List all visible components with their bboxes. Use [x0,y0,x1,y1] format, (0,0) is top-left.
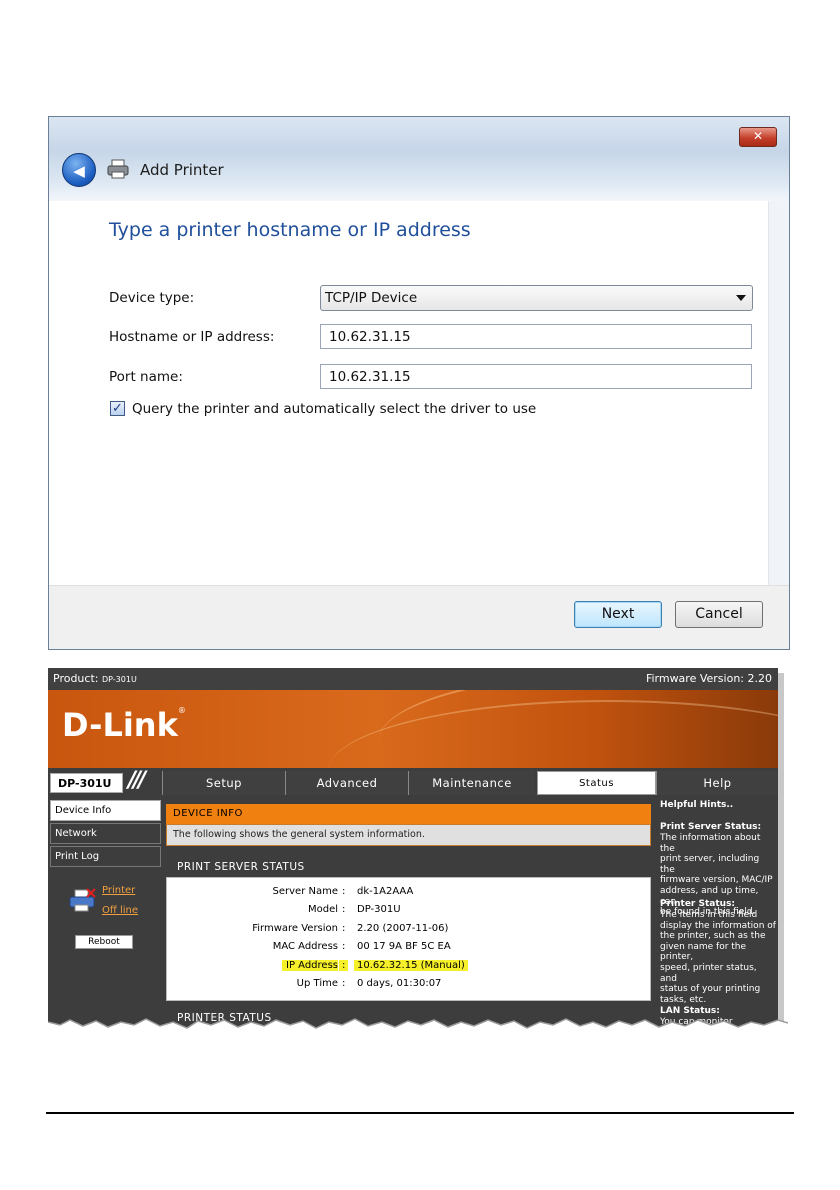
banner: D-Link® [48,690,778,768]
device-type-select[interactable]: TCP/IP Device [320,285,753,311]
firmware-version: Firmware Version: 2.20 [645,672,772,685]
registered-mark: ® [177,706,186,715]
offline-link[interactable]: Off line [102,905,138,916]
hostname-input[interactable]: 10.62.31.15 [320,324,752,349]
model-key: Model [307,904,338,915]
sidebar-item-network[interactable]: Network [50,823,161,844]
separator: : [342,941,346,952]
server-name-value: dk-1A2AAA [357,886,414,897]
separator: : [339,960,349,971]
printer-link[interactable]: Printer [102,885,135,896]
back-button[interactable]: ◀ [62,153,96,187]
tab-help[interactable]: Help [656,771,778,795]
reboot-button[interactable]: Reboot [75,935,133,949]
query-checkbox-label[interactable]: Query the printer and automatically sele… [132,401,536,417]
query-checkbox[interactable]: ✓ [110,401,125,416]
logo-text: D-Link [62,706,178,744]
separator: : [342,978,346,989]
separator: : [342,904,346,915]
dlink-web-ui: Product: DP-301U Firmware Version: 2.20 … [48,668,778,1030]
hint-line: the printer, such as the [660,931,766,942]
product-value: DP-301U [101,675,137,684]
tab-maintenance[interactable]: Maintenance [408,771,535,795]
page-heading: Type a printer hostname or IP address [109,219,471,241]
section-description: The following shows the general system i… [166,824,651,846]
hint-line: speed, printer status, and [660,962,757,984]
sidebar-item-print-log[interactable]: Print Log [50,846,161,867]
torn-edge [48,1018,788,1034]
product-info: Product: DP-301U [53,672,137,685]
separator: : [342,886,346,897]
hint-line: display the information of [660,920,776,931]
uptime-value: 0 days, 01:30:07 [357,978,442,989]
print-server-status-title: PRINT SERVER STATUS [177,861,305,873]
back-arrow-icon: ◀ [73,162,85,180]
device-type-value: TCP/IP Device [325,290,418,306]
next-button[interactable]: Next [574,601,662,628]
mac-value: 00 17 9A BF 5C EA [357,941,451,952]
hint-printer-text: The items in this field display the info… [660,910,776,1005]
helpful-hints-panel: Helpful Hints.. Print Server Status: The… [656,798,778,1030]
device-type-label: Device type: [109,290,195,306]
top-bar: Product: DP-301U Firmware Version: 2.20 [48,668,778,690]
dialog-titlebar [49,117,789,151]
hint-lan-heading: LAN Status: [660,1006,720,1016]
cancel-button[interactable]: Cancel [675,601,763,628]
model-badge: DP-301U [50,773,123,793]
firmware-key: Firmware Version [252,923,338,934]
hints-title: Helpful Hints.. [660,800,734,810]
section-title: DEVICE INFO [166,804,651,824]
close-button[interactable]: ✕ [739,127,777,147]
hint-line: status of your printing [660,984,761,995]
model-value: DP-301U [357,904,401,915]
hint-line: The information about the [660,833,761,854]
printer-offline-icon [69,888,96,912]
mac-key: MAC Address [272,941,338,952]
hint-printer-heading: Printer Status: [660,899,736,909]
tab-status[interactable]: Status [537,771,656,795]
firmware-value: 2.20 (2007-11-06) [357,923,449,934]
tab-advanced[interactable]: Advanced [285,771,408,795]
dialog-edge [768,201,789,585]
ip-value: 10.62.32.15 (Manual) [354,960,468,971]
chevron-down-icon [736,295,746,301]
hostname-label: Hostname or IP address: [109,329,275,345]
hint-line: tasks, etc. [660,994,707,1005]
server-name-key: Server Name [272,886,338,897]
printer-icon [107,159,129,179]
add-printer-dialog: ✕ ◀ Add Printer Type a printer hostname … [48,116,790,650]
hint-line: given name for the printer, [660,941,747,963]
sidebar-item-device-info[interactable]: Device Info [50,800,161,821]
slashes-decoration: /// [128,768,146,793]
panel-shadow [778,673,784,1028]
separator: : [342,923,346,934]
hint-line: print server, including the [660,854,760,875]
banner-swoosh-2 [328,700,778,768]
port-name-label: Port name: [109,369,183,385]
ip-key: IP Address [282,960,338,971]
port-name-input[interactable]: 10.62.31.15 [320,364,752,389]
tab-setup[interactable]: Setup [162,771,285,795]
uptime-key: Up Time [296,978,338,989]
dialog-title: Add Printer [140,161,224,179]
footer-rule [46,1112,794,1114]
product-label: Product: [53,672,99,685]
hint-line: The items in this field [660,910,758,920]
dlink-logo: D-Link® [62,706,186,744]
hint-line: firmware version, MAC/IP [660,875,773,886]
hint-print-server-heading: Print Server Status: [660,822,762,832]
dialog-content [57,201,769,585]
